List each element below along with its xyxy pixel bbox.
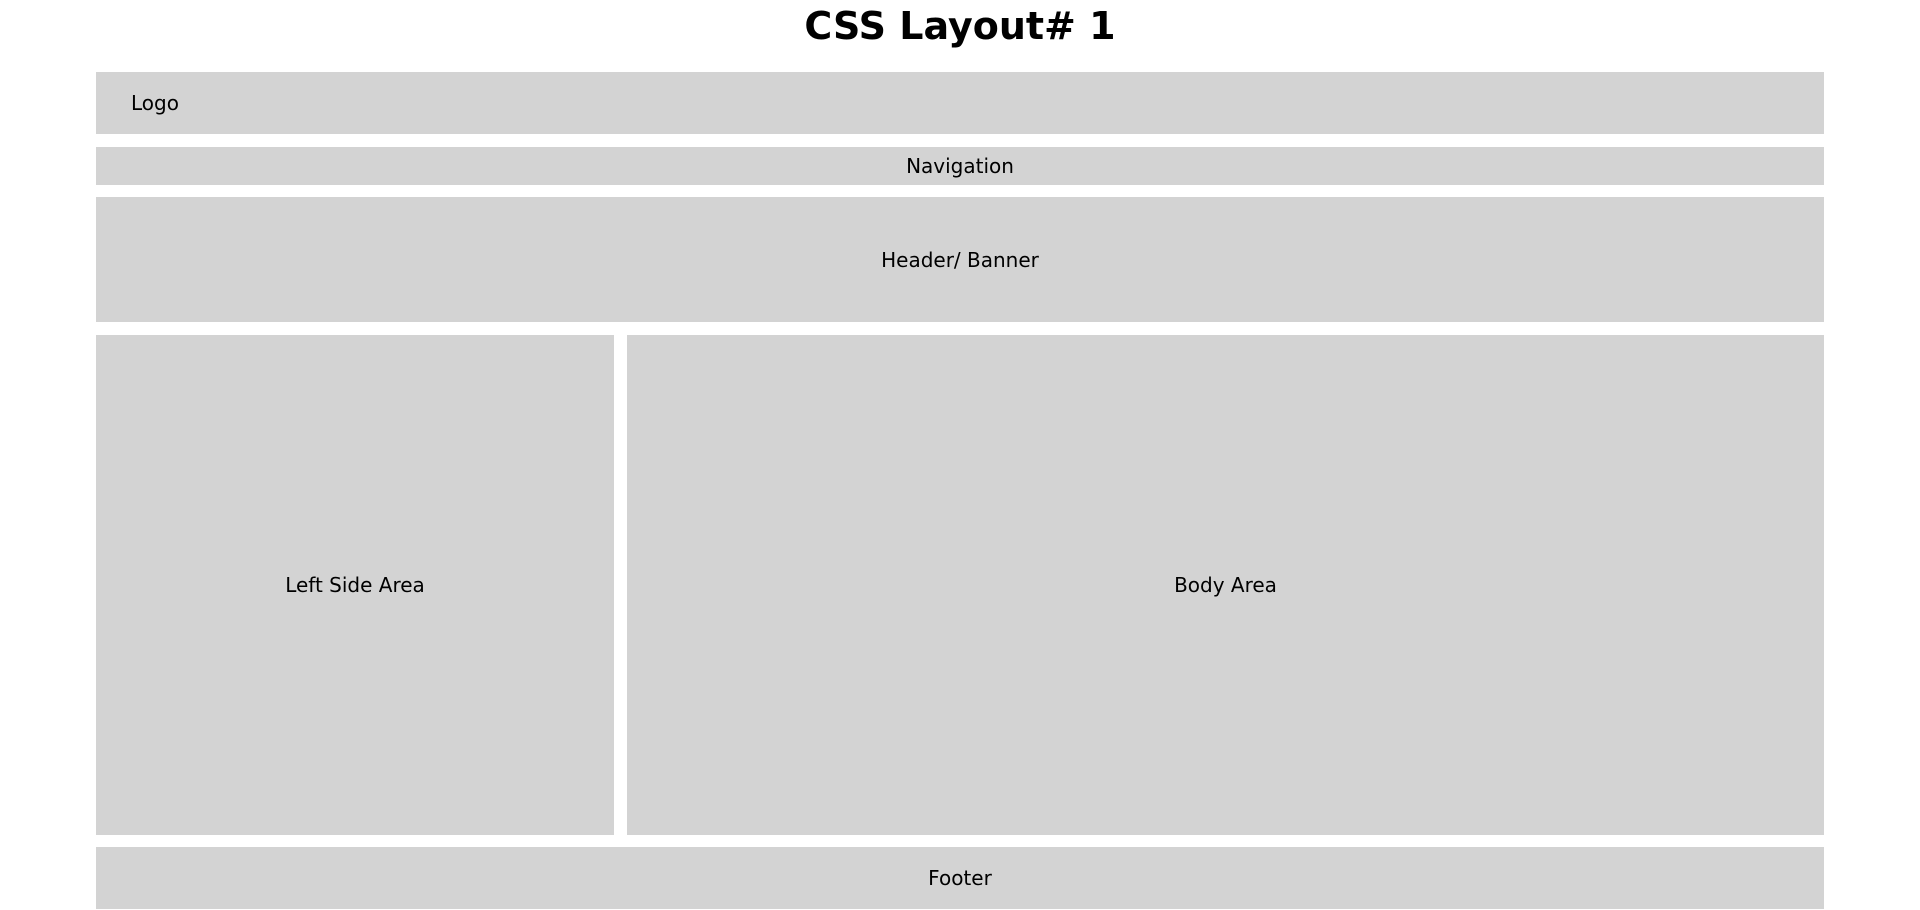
navigation-label: Navigation <box>906 154 1014 178</box>
logo-label: Logo <box>131 91 179 115</box>
logo-area: Logo <box>96 72 1824 134</box>
header-banner: Header/ Banner <box>96 197 1824 322</box>
navigation-bar: Navigation <box>96 147 1824 185</box>
footer-label: Footer <box>928 866 992 890</box>
footer: Footer <box>96 847 1824 909</box>
left-side-area: Left Side Area <box>96 335 614 835</box>
body-label: Body Area <box>1174 573 1277 597</box>
page-title: CSS Layout# 1 <box>804 4 1116 48</box>
body-area: Body Area <box>627 335 1824 835</box>
left-side-label: Left Side Area <box>285 573 425 597</box>
banner-label: Header/ Banner <box>881 247 1039 272</box>
